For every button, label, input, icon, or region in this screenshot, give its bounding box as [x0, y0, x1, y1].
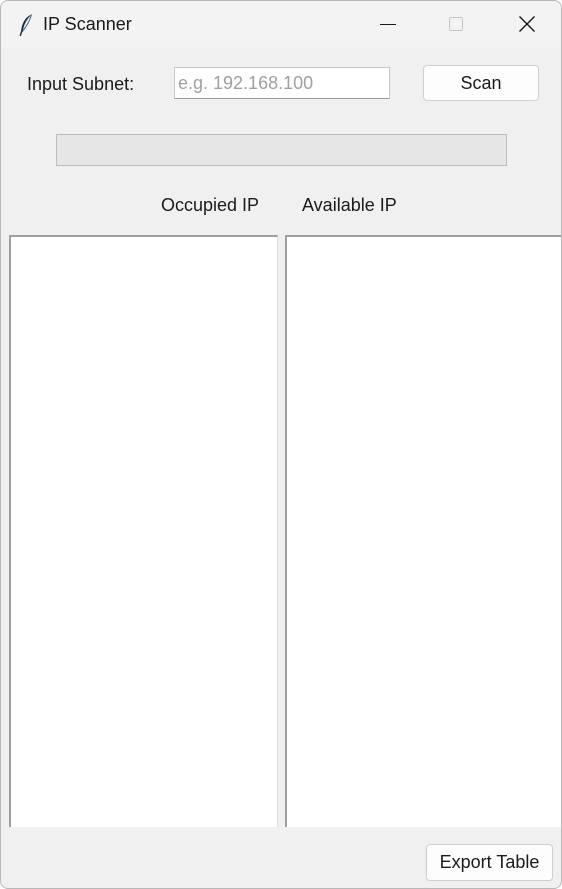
subnet-input[interactable] — [174, 67, 390, 99]
close-button[interactable] — [491, 1, 561, 48]
feather-icon — [18, 13, 34, 37]
subnet-label: Input Subnet: — [27, 74, 135, 94]
available-ip-list[interactable] — [285, 235, 561, 827]
occupied-ip-list[interactable] — [9, 235, 278, 827]
available-ip-header: Available IP — [302, 195, 397, 215]
minimize-button[interactable] — [353, 1, 423, 48]
maximize-icon — [449, 17, 463, 31]
export-table-button[interactable]: Export Table — [426, 844, 553, 881]
window-title: IP Scanner — [43, 14, 132, 34]
minimize-icon — [380, 24, 396, 25]
close-icon — [519, 16, 535, 32]
maximize-button[interactable] — [421, 1, 491, 48]
title-bar[interactable]: IP Scanner — [1, 1, 561, 48]
app-window: IP Scanner Input Subnet: Scan Occupied I… — [0, 0, 562, 889]
occupied-ip-header: Occupied IP — [161, 195, 260, 215]
scan-progress-bar — [56, 134, 507, 166]
scan-button[interactable]: Scan — [423, 65, 539, 101]
